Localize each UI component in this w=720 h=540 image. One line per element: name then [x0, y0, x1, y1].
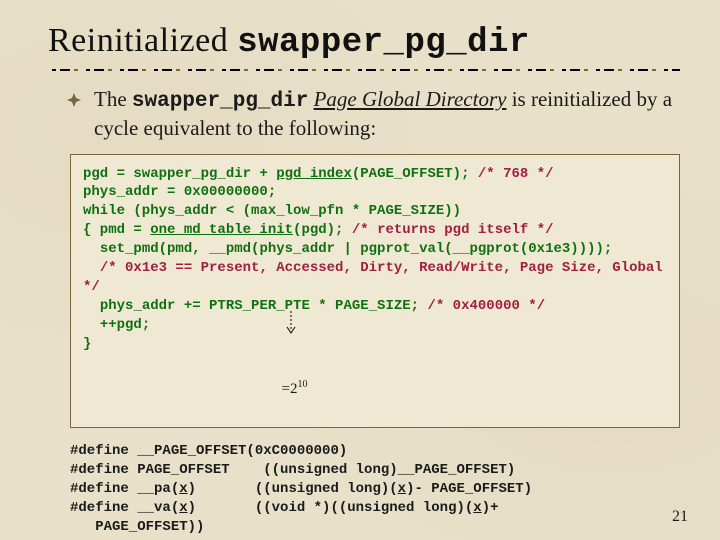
- bullet-icon: [66, 92, 82, 142]
- def-4b: ) ((void *)((unsigned long)(: [188, 500, 474, 516]
- bullet-item: The swapper_pg_dir Page Global Directory…: [48, 86, 680, 142]
- bullet-mono: swapper_pg_dir: [132, 90, 308, 113]
- code-l4c: (pgd);: [293, 222, 343, 238]
- code-l7a: phys_addr += PTRS_PER_PTE * PAGE_SIZE;: [83, 298, 419, 314]
- annotation-eq: =2: [282, 381, 298, 397]
- bullet-pre: The: [94, 87, 132, 111]
- code-l3: while (phys_addr < (max_low_pfn * PAGE_S…: [83, 203, 461, 219]
- code-l1b: pgd_index: [276, 166, 352, 182]
- code-l1c: (PAGE_OFFSET);: [352, 166, 470, 182]
- code-l1d: /* 768 */: [469, 166, 553, 182]
- defines-block: #define __PAGE_OFFSET(0xC0000000) #defin…: [70, 442, 680, 536]
- code-l2: phys_addr = 0x00000000;: [83, 184, 276, 200]
- def-3u2: x: [398, 481, 406, 497]
- annotation-exp: 10: [297, 379, 307, 390]
- def-4a: #define __va(: [70, 500, 179, 516]
- def-4c: )+: [482, 500, 499, 516]
- bullet-text: The swapper_pg_dir Page Global Directory…: [94, 86, 680, 142]
- code-l4d: /* returns pgd itself */: [343, 222, 553, 238]
- arrow-down-icon: [285, 311, 297, 337]
- title-divider: [48, 68, 680, 72]
- code-l4b: one_md_table_init: [150, 222, 293, 238]
- def-1: #define __PAGE_OFFSET(0xC0000000): [70, 443, 347, 459]
- code-l6: /* 0x1e3 == Present, Accessed, Dirty, Re…: [83, 260, 671, 295]
- title-mono: swapper_pg_dir: [237, 24, 530, 62]
- bullet-term: Page Global Directory: [314, 87, 507, 111]
- def-2: #define PAGE_OFFSET ((unsigned long)__PA…: [70, 462, 515, 478]
- title-prefix: Reinitialized: [48, 22, 237, 59]
- code-l9: }: [83, 336, 91, 352]
- code-l4a: { pmd =: [83, 222, 150, 238]
- def-3u: x: [179, 481, 187, 497]
- slide-title: Reinitialized swapper_pg_dir: [48, 22, 680, 62]
- code-l7b: /* 0x400000 */: [419, 298, 545, 314]
- def-4u2: x: [473, 500, 481, 516]
- def-4u: x: [179, 500, 187, 516]
- code-l5: set_pmd(pmd, __pmd(phys_addr | pgprot_va…: [83, 241, 612, 257]
- def-3b: ) ((unsigned long)(: [188, 481, 398, 497]
- code-block: pgd = swapper_pg_dir + pgd_index(PAGE_OF…: [70, 154, 680, 429]
- code-l8: ++pgd;: [83, 317, 150, 333]
- code-l1a: pgd = swapper_pg_dir +: [83, 166, 276, 182]
- def-3a: #define __pa(: [70, 481, 179, 497]
- annotation: =210: [259, 337, 307, 419]
- page-number: 21: [672, 508, 688, 526]
- def-5: PAGE_OFFSET)): [70, 519, 204, 535]
- def-3c: )- PAGE_OFFSET): [406, 481, 532, 497]
